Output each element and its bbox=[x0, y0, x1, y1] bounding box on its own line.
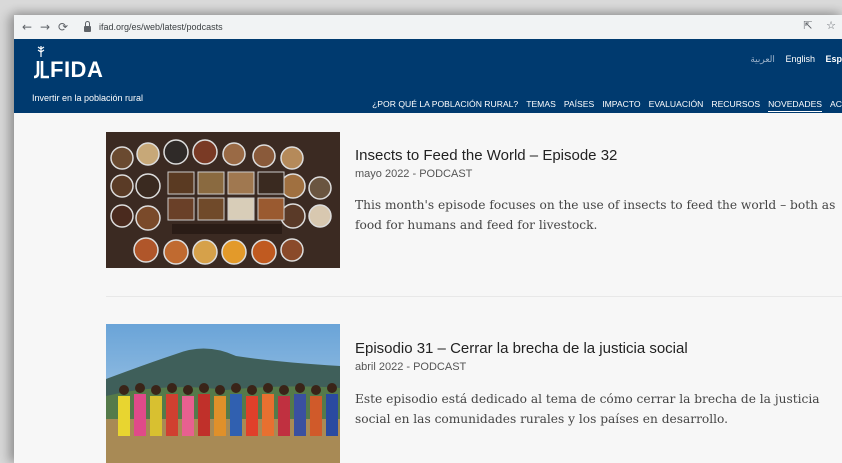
logo-emblem bbox=[33, 61, 49, 79]
reload-icon[interactable]: ⟳ bbox=[54, 20, 72, 34]
article-meta: mayo 2022 - PODCAST bbox=[355, 168, 473, 180]
lang-english[interactable]: English bbox=[785, 54, 815, 64]
article-item: Insects to Feed the World – Episode 32 m… bbox=[14, 113, 842, 313]
address-bar[interactable]: ifad.org/es/web/latest/podcasts bbox=[99, 22, 223, 32]
insects-thumbnail[interactable] bbox=[106, 132, 340, 268]
article-description: Este episodio está dedicado al tema de c… bbox=[355, 392, 820, 426]
rural-dancers-image bbox=[106, 324, 340, 463]
article-title[interactable]: Insects to Feed the World – Episode 32 bbox=[355, 147, 617, 164]
nav-item-news[interactable]: NOVEDADES bbox=[768, 99, 823, 112]
browser-window: ← → ⟳ ifad.org/es/web/latest/podcasts ⇱ … bbox=[14, 15, 842, 463]
forward-icon[interactable]: → bbox=[36, 20, 54, 34]
share-icon[interactable]: ⇱ bbox=[803, 19, 812, 32]
lang-spanish[interactable]: Esp bbox=[825, 54, 842, 64]
star-icon[interactable]: ☆ bbox=[826, 19, 836, 32]
lang-arabic[interactable]: العربية bbox=[750, 54, 775, 64]
article-description: This month's episode focuses on the use … bbox=[355, 198, 836, 232]
nav-item-resources[interactable]: RECURSOS bbox=[711, 99, 760, 112]
main-nav: ¿POR QUÉ LA POBLACIÓN RURAL? TEMAS PAÍSE… bbox=[364, 99, 842, 112]
nav-item-evaluation[interactable]: EVALUACIÓN bbox=[649, 99, 704, 112]
divider bbox=[106, 296, 842, 297]
spices-bowls-image bbox=[106, 132, 340, 268]
back-icon[interactable]: ← bbox=[18, 20, 36, 34]
nav-item-more[interactable]: AC bbox=[830, 99, 842, 112]
language-switcher: العربية English Esp bbox=[742, 54, 842, 65]
nav-item-impact[interactable]: IMPACTO bbox=[602, 99, 640, 112]
nav-item-countries[interactable]: PAÍSES bbox=[564, 99, 594, 112]
lock-icon bbox=[84, 21, 91, 32]
logo-text: FIDA bbox=[50, 57, 104, 82]
wheat-icon bbox=[37, 46, 45, 57]
browser-toolbar: ← → ⟳ ifad.org/es/web/latest/podcasts ⇱ … bbox=[14, 15, 842, 40]
tagline: Invertir en la población rural bbox=[32, 93, 144, 103]
article-title[interactable]: Episodio 31 – Cerrar la brecha de la jus… bbox=[355, 340, 688, 357]
article-item: Episodio 31 – Cerrar la brecha de la jus… bbox=[14, 313, 842, 463]
site-header: FIDA Invertir en la población rural العر… bbox=[14, 39, 842, 113]
nav-item-topics[interactable]: TEMAS bbox=[526, 99, 556, 112]
nav-item-why-rural[interactable]: ¿POR QUÉ LA POBLACIÓN RURAL? bbox=[372, 99, 518, 112]
social-justice-thumbnail[interactable] bbox=[106, 324, 340, 463]
article-meta: abril 2022 - PODCAST bbox=[355, 361, 467, 373]
